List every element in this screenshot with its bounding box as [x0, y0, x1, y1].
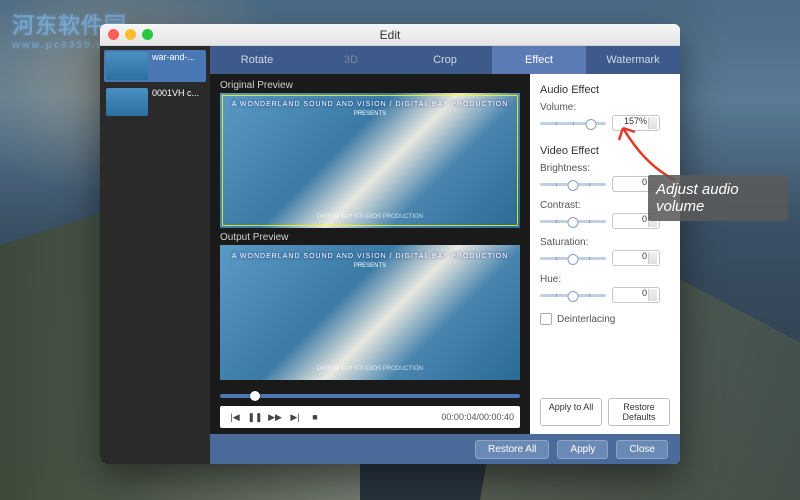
deinterlacing-checkbox[interactable] — [540, 313, 552, 325]
preview-panel: Original Preview A WONDERLAND SOUND AND … — [210, 74, 530, 434]
file-thumbnail — [106, 88, 148, 116]
volume-label: Volume: — [540, 102, 670, 113]
tab-3d: 3D — [304, 46, 398, 74]
next-frame-button[interactable]: ▶▶ — [266, 409, 284, 425]
volume-slider[interactable] — [540, 122, 606, 125]
audio-effect-title: Audio Effect — [540, 84, 670, 96]
output-preview-label: Output Preview — [220, 232, 520, 243]
frame-bottom-text: DIGITAL BAY STUDIOS PRODUCTION — [220, 214, 520, 220]
brightness-slider[interactable] — [540, 183, 606, 186]
tab-watermark[interactable]: Watermark — [586, 46, 680, 74]
brightness-label: Brightness: — [540, 163, 670, 174]
video-effect-title: Video Effect — [540, 145, 670, 157]
file-name-label: 0001VH c... — [152, 88, 199, 99]
edit-tabs: Rotate 3D Crop Effect Watermark — [210, 46, 680, 74]
file-thumbnail — [106, 52, 148, 80]
output-preview: A WONDERLAND SOUND AND VISION / DIGITAL … — [220, 245, 520, 380]
saturation-slider[interactable] — [540, 257, 606, 260]
tab-effect[interactable]: Effect — [492, 46, 586, 74]
effect-panel: Audio Effect Volume: 157% Video Effect B… — [530, 74, 680, 434]
frame-title-text: A WONDERLAND SOUND AND VISION / DIGITAL … — [220, 101, 520, 108]
bottom-bar: Restore All Apply Close — [210, 434, 680, 464]
pause-button[interactable]: ❚❚ — [246, 409, 264, 425]
original-preview-label: Original Preview — [220, 80, 520, 91]
frame-bottom-text: DIGITAL BAY STUDIOS PRODUCTION — [220, 366, 520, 372]
window-titlebar[interactable]: Edit — [100, 24, 680, 46]
file-name-label: war-and-... — [152, 52, 195, 63]
frame-title-text: A WONDERLAND SOUND AND VISION / DIGITAL … — [220, 253, 520, 260]
window-title: Edit — [100, 28, 680, 42]
file-item[interactable]: 0001VH c... — [104, 86, 206, 118]
saturation-field[interactable]: 0 — [612, 250, 660, 266]
annotation-callout: Adjust audio volume — [648, 175, 788, 221]
apply-to-all-button[interactable]: Apply to All — [540, 398, 602, 426]
restore-all-button[interactable]: Restore All — [475, 440, 549, 459]
prev-frame-button[interactable]: |◀ — [226, 409, 244, 425]
close-button[interactable]: Close — [616, 440, 668, 459]
stop-button[interactable]: ■ — [306, 409, 324, 425]
saturation-label: Saturation: — [540, 237, 670, 248]
tab-crop[interactable]: Crop — [398, 46, 492, 74]
apply-button[interactable]: Apply — [557, 440, 608, 459]
transport-bar: |◀ ❚❚ ▶▶ ▶| ■ 00:00:04/00:00:40 — [220, 384, 520, 428]
tab-rotate[interactable]: Rotate — [210, 46, 304, 74]
edit-window: Edit war-and-... 0001VH c... Rotate 3D C… — [100, 24, 680, 464]
frame-presents-text: PRESENTS — [220, 111, 520, 117]
file-item[interactable]: war-and-... — [104, 50, 206, 82]
frame-presents-text: PRESENTS — [220, 263, 520, 269]
volume-field[interactable]: 157% — [612, 115, 660, 131]
timecode-label: 00:00:04/00:00:40 — [441, 412, 514, 422]
skip-forward-button[interactable]: ▶| — [286, 409, 304, 425]
seek-slider[interactable] — [220, 394, 520, 398]
file-sidebar: war-and-... 0001VH c... — [100, 46, 210, 464]
hue-field[interactable]: 0 — [612, 287, 660, 303]
hue-slider[interactable] — [540, 294, 606, 297]
original-preview[interactable]: A WONDERLAND SOUND AND VISION / DIGITAL … — [220, 93, 520, 228]
contrast-slider[interactable] — [540, 220, 606, 223]
hue-label: Hue: — [540, 274, 670, 285]
restore-defaults-button[interactable]: Restore Defaults — [608, 398, 670, 426]
deinterlacing-label: Deinterlacing — [557, 314, 615, 325]
